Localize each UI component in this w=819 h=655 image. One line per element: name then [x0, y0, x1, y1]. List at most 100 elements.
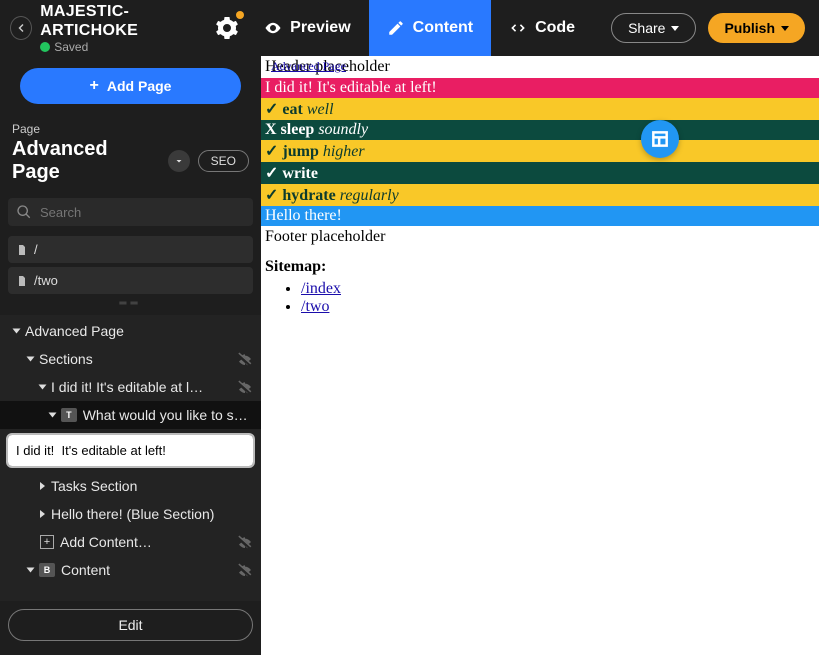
tree-label: Content: [61, 562, 110, 578]
task-row[interactable]: ✓ write: [261, 162, 819, 184]
task-verb: ✓ eat: [265, 101, 307, 118]
caret-icon: [49, 413, 57, 418]
seo-button[interactable]: SEO: [198, 150, 249, 172]
breadcrumb-link[interactable]: Advanced Page: [271, 59, 346, 74]
drag-handle[interactable]: ══: [0, 296, 261, 315]
tab-content-label: Content: [413, 19, 473, 37]
tree-label: What would you like to say?: [83, 407, 253, 423]
right-actions: Share Publish: [593, 13, 819, 43]
tree-label: Add Content…: [60, 534, 152, 550]
caret-icon: [27, 568, 35, 573]
search-icon: [16, 204, 32, 220]
tree-node-hello[interactable]: Hello there! (Blue Section): [0, 500, 261, 528]
visibility-off-icon[interactable]: [237, 379, 253, 395]
layout-widget-button[interactable]: [641, 120, 679, 158]
task-row[interactable]: ✓ jump higher: [261, 140, 819, 162]
visibility-off-icon[interactable]: [237, 562, 253, 578]
content-tree: Advanced Page Sections I did it! It's ed…: [0, 315, 261, 601]
chevron-down-icon: [781, 26, 789, 31]
page-dropdown[interactable]: [168, 150, 190, 172]
share-button[interactable]: Share: [611, 13, 696, 43]
hello-section[interactable]: Hello there!: [261, 206, 819, 226]
project-title: MAJESTIC-ARTICHOKE: [40, 2, 212, 40]
publish-label: Publish: [724, 20, 775, 36]
tree-node-add-content[interactable]: + Add Content…: [0, 528, 261, 556]
edit-button[interactable]: Edit: [8, 609, 253, 641]
search-input[interactable]: [40, 205, 245, 220]
chevron-down-icon: [671, 26, 679, 31]
eye-icon: [264, 19, 282, 37]
task-detail: higher: [323, 143, 365, 160]
inline-editor: [0, 429, 261, 472]
task-row[interactable]: X sleep soundly: [261, 120, 819, 140]
code-icon: [509, 19, 527, 37]
file-icon: [16, 244, 28, 256]
tab-code-label: Code: [535, 19, 575, 37]
task-verb: ✓ hydrate: [265, 187, 340, 204]
sitemap-heading: Sitemap:: [261, 248, 819, 280]
sitemap-item: /index: [301, 280, 819, 298]
tasks-list: ✓ eat wellX sleep soundly✓ jump higher✓ …: [261, 98, 819, 206]
saved-label: Saved: [54, 40, 88, 54]
gear-icon: [215, 16, 239, 40]
add-page-label: Add Page: [107, 78, 172, 94]
share-label: Share: [628, 20, 665, 36]
file-icon: [16, 275, 28, 287]
page-selector: Advanced Page SEO: [0, 138, 261, 194]
tree-node-intro-section[interactable]: I did it! It's editable at l…: [0, 373, 261, 401]
tree-label: Hello there! (Blue Section): [51, 506, 214, 522]
sitemap-item: /two: [301, 298, 819, 316]
tree-label: I did it! It's editable at l…: [51, 379, 203, 395]
tab-preview[interactable]: Preview: [246, 0, 368, 56]
route-item-two[interactable]: /two: [8, 267, 253, 294]
route-label: /two: [34, 273, 58, 288]
tree-node-intro-field[interactable]: T What would you like to say?: [0, 401, 261, 429]
plus-box-icon: +: [40, 535, 54, 549]
caret-icon: [27, 357, 35, 362]
tree-node-page[interactable]: Advanced Page: [0, 317, 261, 345]
task-detail: well: [307, 101, 334, 118]
mode-tabs: Preview Content Code: [246, 0, 593, 56]
edit-bar: Edit: [0, 601, 261, 655]
route-item-root[interactable]: /: [8, 236, 253, 263]
text-field-icon: T: [61, 408, 77, 422]
add-page-button[interactable]: + Add Page: [20, 68, 241, 104]
inline-text-input[interactable]: [8, 435, 253, 466]
task-row[interactable]: ✓ eat well: [261, 98, 819, 120]
saved-dot-icon: [40, 42, 50, 52]
search-field[interactable]: [8, 198, 253, 226]
caret-icon: [40, 482, 45, 490]
sitemap-link[interactable]: /index: [301, 280, 341, 297]
route-label: /: [34, 242, 38, 257]
plus-icon: +: [90, 77, 99, 95]
intro-section[interactable]: I did it! It's editable at left!: [261, 78, 819, 98]
tab-content[interactable]: Content: [369, 0, 491, 56]
tree-node-content[interactable]: B Content: [0, 556, 261, 584]
back-button[interactable]: [10, 16, 32, 40]
block-icon: B: [39, 563, 55, 577]
tree-node-sections[interactable]: Sections: [0, 345, 261, 373]
tree-label: Advanced Page: [25, 323, 124, 339]
settings-button[interactable]: [212, 13, 242, 43]
visibility-off-icon[interactable]: [237, 534, 253, 550]
layout-icon: [650, 129, 670, 149]
visibility-off-icon[interactable]: [237, 351, 253, 367]
tab-preview-label: Preview: [290, 19, 350, 37]
sitemap-link[interactable]: /two: [301, 298, 329, 315]
task-verb: X sleep: [265, 121, 318, 138]
task-row[interactable]: ✓ hydrate regularly: [261, 184, 819, 206]
preview-canvas: Advanced Page Header placeholder I did i…: [261, 56, 819, 655]
tab-code[interactable]: Code: [491, 0, 593, 56]
tree-node-tasks[interactable]: Tasks Section: [0, 472, 261, 500]
caret-icon: [40, 510, 45, 518]
publish-button[interactable]: Publish: [708, 13, 805, 43]
sitemap-list: /index/two: [291, 280, 819, 316]
topbar: MAJESTIC-ARTICHOKE Saved Preview Content: [0, 0, 819, 56]
task-verb: ✓ write: [265, 165, 318, 182]
sidebar: + Add Page Page Advanced Page SEO /: [0, 56, 261, 655]
chevron-down-icon: [173, 155, 185, 167]
page-heading: Page: [0, 116, 261, 138]
task-verb: ✓ jump: [265, 143, 323, 160]
chevron-left-icon: [15, 22, 27, 34]
footer-placeholder: Footer placeholder: [261, 226, 819, 248]
